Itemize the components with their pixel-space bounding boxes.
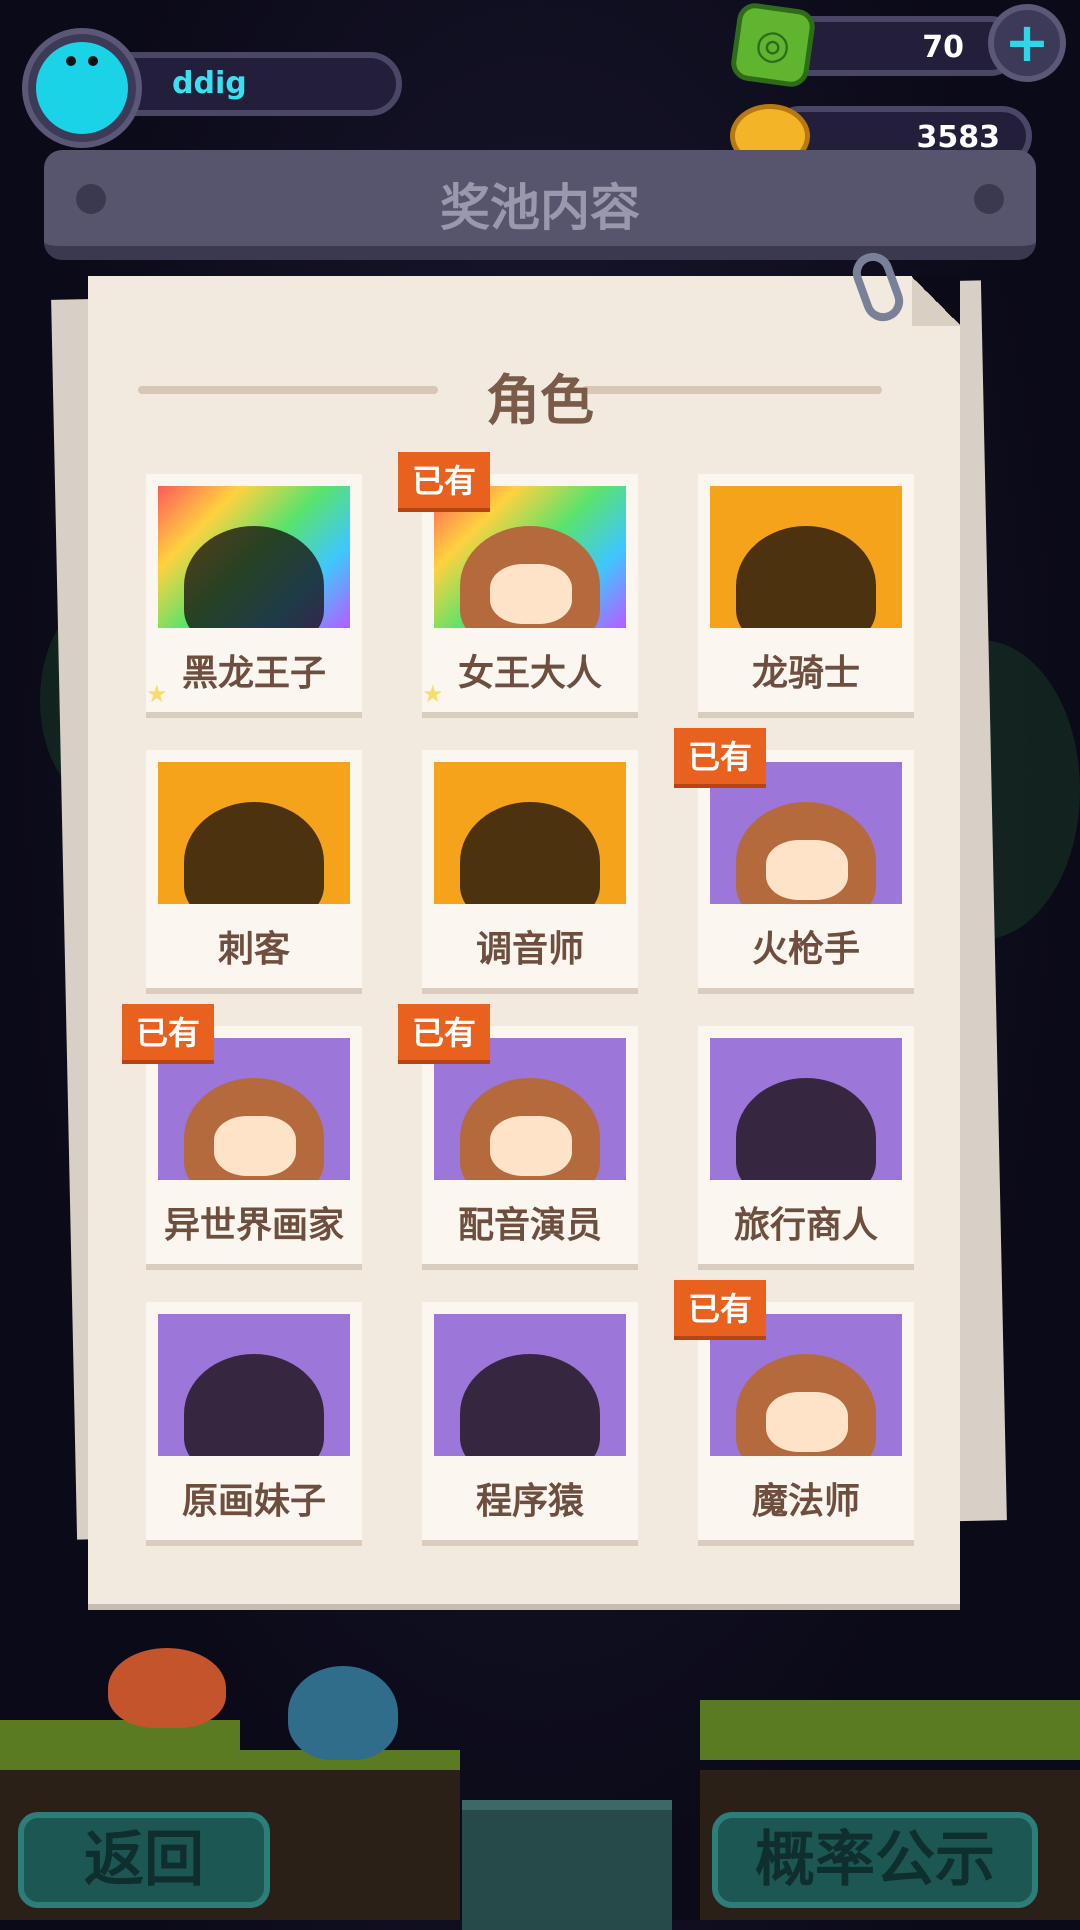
character-card[interactable]: 旅行商人 xyxy=(698,1026,914,1264)
character-name: 魔法师 xyxy=(751,1481,860,1522)
odds-disclosure-button[interactable]: 概率公示 xyxy=(712,1812,1038,1908)
character-portrait xyxy=(158,486,350,628)
character-name: 程序猿 xyxy=(475,1481,584,1522)
character-silhouette xyxy=(736,526,876,628)
character-name: 龙骑士 xyxy=(751,653,860,694)
section-title: 角色 xyxy=(486,369,594,432)
grass-ledge xyxy=(700,1700,1080,1760)
character-silhouette xyxy=(736,1078,876,1180)
character-silhouette xyxy=(184,526,324,628)
character-card[interactable]: 配音演员 已有 xyxy=(398,1004,638,1264)
gem-count: 70 xyxy=(922,30,964,65)
character-name: 旅行商人 xyxy=(733,1205,878,1246)
back-button[interactable]: 返回 xyxy=(18,1812,270,1908)
character-name: 异世界画家 xyxy=(163,1205,344,1246)
character-card[interactable]: 女王大人 ★ 已有 xyxy=(398,452,638,712)
character-card[interactable]: 异世界画家 已有 xyxy=(122,1004,362,1264)
character-silhouette xyxy=(460,1354,600,1456)
avatar xyxy=(36,42,128,134)
character-portrait xyxy=(434,1314,626,1456)
character-face xyxy=(766,840,848,900)
character-portrait xyxy=(158,1314,350,1456)
blue-slime xyxy=(288,1666,398,1760)
character-card[interactable]: 调音师 xyxy=(422,750,638,988)
username: ddig xyxy=(172,66,247,101)
character-face xyxy=(490,1116,572,1176)
owned-badge: 已有 xyxy=(674,728,767,788)
star-icon: ★ xyxy=(422,680,444,708)
character-portrait xyxy=(710,486,902,628)
character-card[interactable]: 魔法师 已有 xyxy=(674,1280,914,1540)
character-name: 调音师 xyxy=(475,929,584,970)
add-gems-button[interactable]: + xyxy=(988,4,1066,82)
avatar-frame[interactable] xyxy=(22,28,142,148)
character-card[interactable]: 龙骑士 xyxy=(698,474,914,712)
character-name: 火枪手 xyxy=(751,929,860,970)
character-card[interactable]: 程序猿 xyxy=(422,1302,638,1540)
character-name: 女王大人 xyxy=(457,653,602,694)
stone-block xyxy=(462,1800,672,1930)
page-title: 奖池内容 xyxy=(440,179,640,237)
character-card[interactable]: 火枪手 已有 xyxy=(674,728,914,988)
character-card[interactable]: 刺客 xyxy=(146,750,362,988)
character-portrait xyxy=(434,762,626,904)
character-name: 配音演员 xyxy=(457,1205,602,1246)
character-card[interactable]: 黑龙王子 ★ xyxy=(146,474,362,712)
panel-header: 奖池内容 xyxy=(44,150,1036,260)
character-name: 原画妹子 xyxy=(181,1481,326,1522)
character-name: 刺客 xyxy=(217,929,290,970)
gem-icon: ◎ xyxy=(728,0,818,90)
character-portrait xyxy=(158,762,350,904)
owned-badge: 已有 xyxy=(398,1004,491,1064)
owned-badge: 已有 xyxy=(674,1280,767,1340)
username-pill xyxy=(102,52,402,116)
character-face xyxy=(214,1116,296,1176)
character-silhouette xyxy=(460,802,600,904)
character-silhouette xyxy=(184,802,324,904)
character-face xyxy=(766,1392,848,1452)
character-card[interactable]: 原画妹子 xyxy=(146,1302,362,1540)
paper-fold xyxy=(912,276,960,326)
character-name: 黑龙王子 xyxy=(181,653,326,694)
character-portrait xyxy=(710,1038,902,1180)
owned-badge: 已有 xyxy=(398,452,491,512)
player-profile[interactable]: ddig xyxy=(22,22,402,148)
character-face xyxy=(490,564,572,624)
character-silhouette xyxy=(184,1354,324,1456)
owned-badge: 已有 xyxy=(122,1004,215,1064)
red-slime xyxy=(108,1648,226,1728)
star-icon: ★ xyxy=(146,680,168,708)
